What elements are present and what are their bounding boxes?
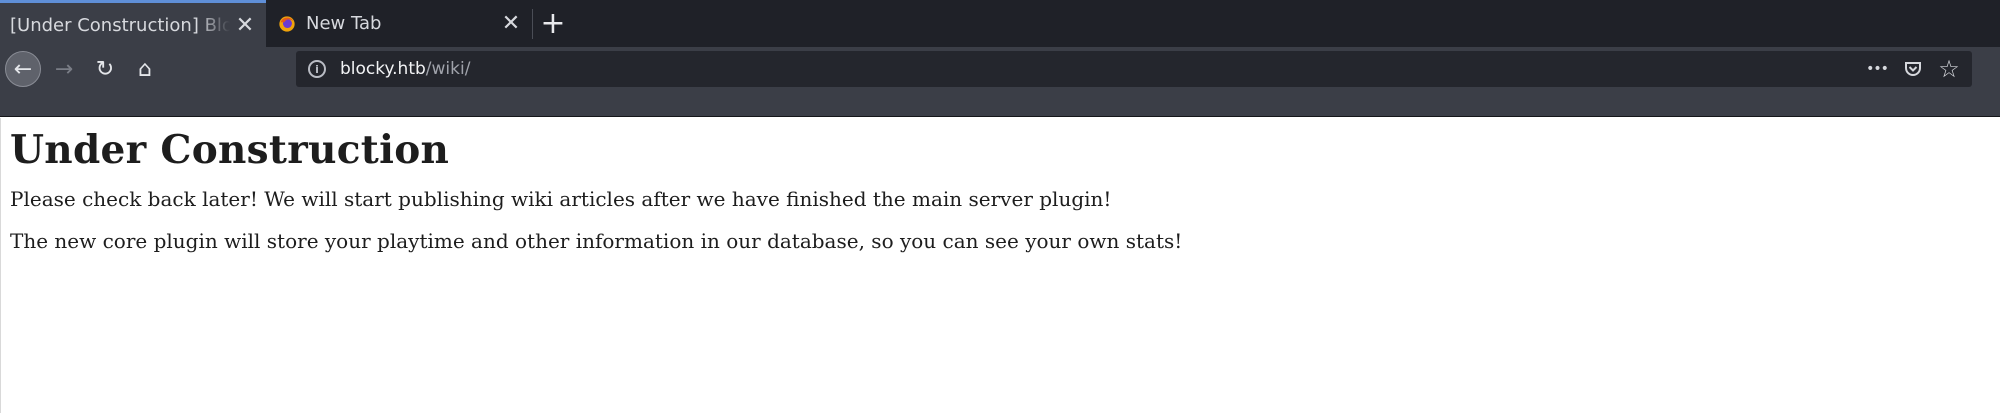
tab-new-tab[interactable]: New Tab ✕ [266, 0, 532, 47]
new-tab-button[interactable]: + [533, 0, 573, 47]
bookmark-star-icon[interactable]: ☆ [1938, 55, 1960, 83]
tab-title: [Under Construction] Blocky [10, 14, 230, 36]
page-actions-icon[interactable]: ••• [1866, 61, 1889, 77]
reload-button[interactable]: ↻ [87, 51, 123, 87]
pocket-icon[interactable] [1902, 59, 1924, 79]
navigation-toolbar: ← → ↻ ⌂ i blocky.htb/wiki/ ••• ☆ [0, 47, 2000, 91]
url-path: /wiki/ [425, 59, 471, 79]
paragraph-1: Please check back later! We will start p… [10, 187, 1112, 211]
back-button[interactable]: ← [5, 51, 41, 87]
toolbar-spacer [0, 91, 2000, 117]
url-actions: ••• ☆ [1866, 55, 1960, 83]
tab-under-construction[interactable]: [Under Construction] Blocky ✕ [0, 0, 266, 47]
forward-button[interactable]: → [46, 51, 82, 87]
site-info-icon[interactable]: i [308, 60, 326, 78]
close-tab-icon[interactable]: ✕ [496, 9, 526, 39]
firefox-icon [279, 15, 295, 32]
url-host: blocky.htb [340, 59, 426, 79]
tab-strip: [Under Construction] Blocky ✕ New Tab ✕ … [0, 0, 2000, 47]
close-tab-icon[interactable]: ✕ [230, 10, 260, 40]
page-heading: Under Construction [10, 127, 450, 173]
page-edge-divider [0, 118, 1, 413]
page-content: Under Construction Please check back lat… [0, 117, 2000, 254]
home-button[interactable]: ⌂ [127, 51, 163, 87]
tab-title: New Tab [306, 13, 382, 34]
url-text[interactable]: blocky.htb/wiki/ [340, 59, 470, 79]
browser-chrome: [Under Construction] Blocky ✕ New Tab ✕ … [0, 0, 2000, 117]
paragraph-2: The new core plugin will store your play… [10, 229, 1183, 253]
address-bar[interactable]: i blocky.htb/wiki/ ••• ☆ [296, 51, 1972, 87]
